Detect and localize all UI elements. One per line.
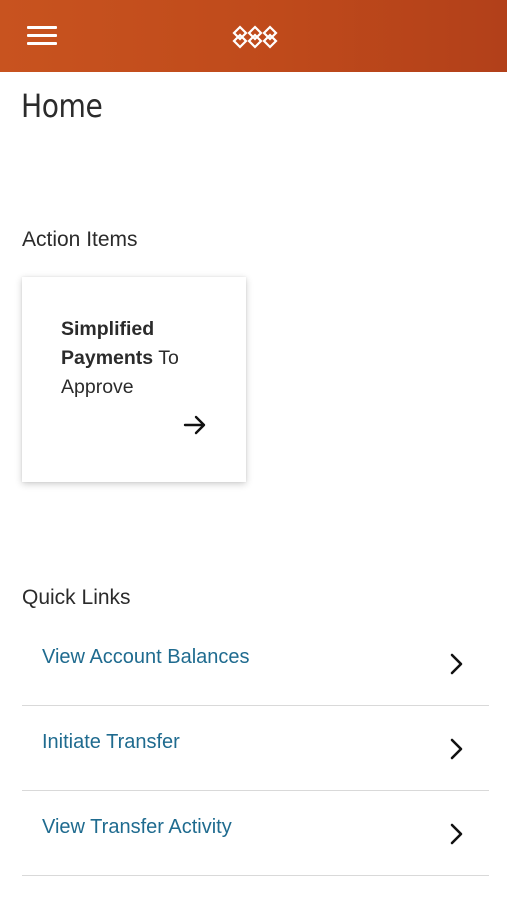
action-item-card[interactable]: Simplified Payments To Approve [22,277,246,482]
arrow-right-icon [183,415,206,435]
quick-link-view-transfer-activity[interactable]: View Transfer Activity [22,791,489,876]
hamburger-menu-icon[interactable] [20,20,64,52]
interlocking-rings-logo [232,25,278,49]
quick-link-initiate-transfer[interactable]: Initiate Transfer [22,706,489,791]
quick-link-label: View Account Balances [42,646,250,668]
action-item-card-text: Simplified Payments To Approve [61,315,221,402]
chevron-right-icon [450,653,463,675]
quick-link-label: Initiate Transfer [42,731,180,753]
action-items-heading: Action Items [22,228,138,251]
app-bar [0,0,507,72]
quick-links-heading: Quick Links [22,586,131,609]
home-screen: Home Action Items Simplified Payments To… [0,0,507,900]
chevron-right-icon [450,823,463,845]
page-title: Home [21,87,103,125]
chevron-right-icon [450,738,463,760]
quick-links-list: View Account Balances Initiate Transfer … [22,621,489,876]
action-item-card-title-bold: Simplified Payments [61,318,155,369]
quick-link-view-account-balances[interactable]: View Account Balances [22,621,489,706]
quick-link-label: View Transfer Activity [42,816,232,838]
